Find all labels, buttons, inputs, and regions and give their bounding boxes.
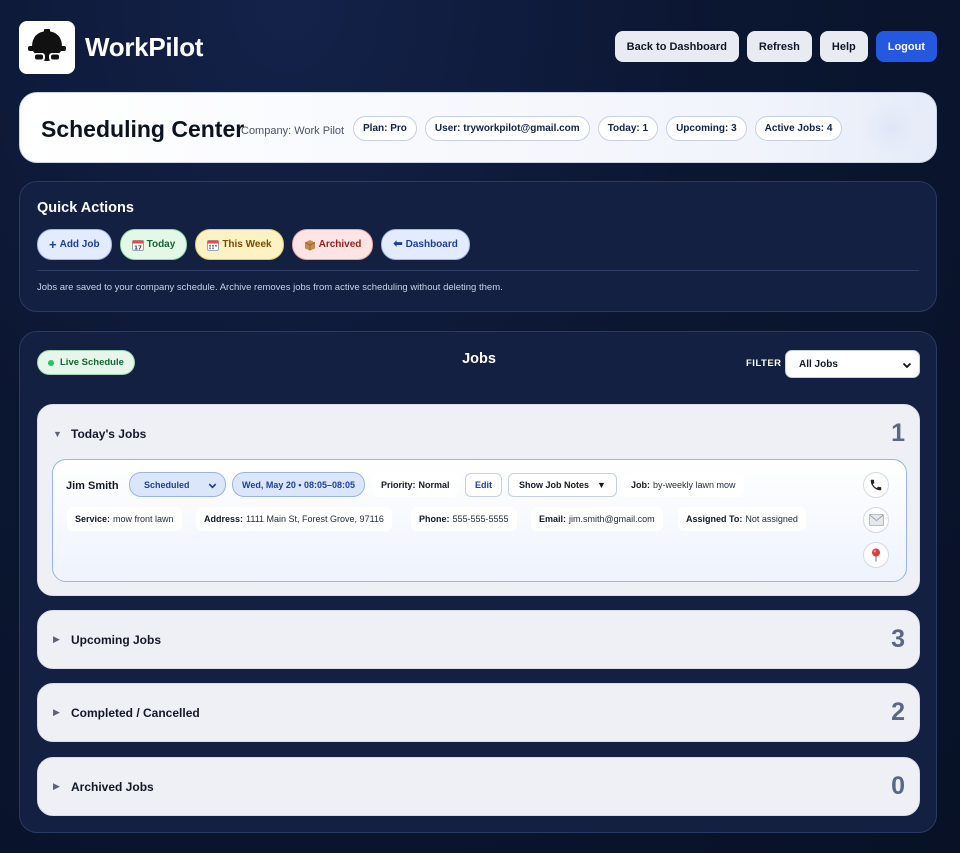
map-button[interactable] <box>863 542 889 568</box>
address-chip: Address: 1111 Main St, Forest Grove, 971… <box>196 507 392 531</box>
status-value: Scheduled <box>144 479 190 490</box>
page-title: Scheduling Center <box>41 116 245 142</box>
customer-name: Jim Smith <box>66 480 119 492</box>
section-count: 1 <box>891 419 905 447</box>
calendar-week-icon <box>207 239 220 251</box>
section-title: Today's Jobs <box>71 427 147 441</box>
quick-actions-title: Quick Actions <box>37 200 134 216</box>
header-pills: Plan: Pro User: tryworkpilot@gmail.com T… <box>353 116 843 141</box>
service-chip: Service: mow front lawn <box>67 507 182 531</box>
arrow-left-icon: ⬅ <box>393 238 403 250</box>
envelope-icon <box>868 514 884 526</box>
quick-actions-note: Jobs are saved to your company schedule.… <box>37 282 503 293</box>
priority-value: Normal <box>418 480 450 490</box>
dashboard-label: Dashboard <box>405 239 458 250</box>
section-title: Archived Jobs <box>71 780 154 794</box>
email-value: jim.smith@gmail.com <box>569 514 655 524</box>
edit-button[interactable]: Edit <box>465 473 502 497</box>
add-job-label: Add Job <box>59 239 100 250</box>
section-count: 2 <box>891 698 905 726</box>
hard-hat-sunglasses-icon <box>28 28 66 61</box>
caret-down-icon: ▼ <box>597 480 606 490</box>
today-button[interactable]: 17 Today <box>119 229 188 260</box>
divider <box>37 270 919 271</box>
section-count: 0 <box>891 772 905 800</box>
this-week-button[interactable]: This Week <box>195 229 284 260</box>
phone-value: 555-555-5555 <box>452 514 509 524</box>
filter-label: FILTER <box>746 358 782 369</box>
job-card: Jim Smith Scheduled Wed, May 20 • 08:05–… <box>52 459 907 582</box>
todays-jobs-header[interactable]: ▼ Today's Jobs 1 <box>38 405 919 463</box>
plus-icon: + <box>49 237 57 252</box>
svg-text:17: 17 <box>134 245 142 251</box>
company-name: Company: Work Pilot <box>241 125 345 137</box>
archived-jobs-section[interactable]: ▶ Archived Jobs 0 <box>37 757 920 816</box>
plan-pill: Plan: Pro <box>353 116 417 141</box>
dashboard-button[interactable]: ⬅ Dashboard <box>381 229 470 260</box>
assigned-label: Assigned To: <box>686 514 743 524</box>
add-job-button[interactable]: + Add Job <box>37 229 112 260</box>
priority-chip: Priority: Normal <box>373 473 458 497</box>
date-time-chip: Wed, May 20 • 08:05–08:05 <box>232 472 366 497</box>
email-label: Email: <box>539 514 567 524</box>
today-count-pill: Today: 1 <box>597 116 659 141</box>
jobs-card: Live Schedule Jobs FILTER All Jobs ▼ Tod… <box>19 331 937 833</box>
service-value: mow front lawn <box>113 514 174 524</box>
call-button[interactable] <box>863 472 889 498</box>
upcoming-jobs-section[interactable]: ▶ Upcoming Jobs 3 <box>37 610 920 669</box>
upcoming-count-pill: Upcoming: 3 <box>666 116 747 141</box>
status-select[interactable]: Scheduled <box>129 472 226 497</box>
user-pill: User: tryworkpilot@gmail.com <box>424 116 590 141</box>
address-label: Address: <box>204 514 244 524</box>
phone-label: Phone: <box>419 514 450 524</box>
assigned-value: Not assigned <box>745 514 798 524</box>
chevron-down-icon <box>902 362 912 369</box>
email-chip: Email: jim.smith@gmail.com <box>531 507 663 531</box>
section-count: 3 <box>891 625 905 653</box>
filter-select[interactable]: All Jobs <box>785 350 920 378</box>
today-label: Today <box>146 239 176 250</box>
show-job-notes-button[interactable]: Show Job Notes ▼ <box>508 473 617 497</box>
priority-label: Priority: <box>381 480 416 490</box>
active-jobs-pill: Active Jobs: 4 <box>754 116 843 141</box>
caret-right-icon: ▶ <box>53 781 60 791</box>
email-button[interactable] <box>863 507 889 533</box>
top-buttons: Back to Dashboard Refresh Help Logout <box>614 31 937 62</box>
section-title: Upcoming Jobs <box>71 633 162 647</box>
logo[interactable] <box>19 21 75 74</box>
caret-right-icon: ▶ <box>53 707 60 717</box>
header-glow <box>862 103 922 153</box>
address-value: 1111 Main St, Forest Grove, 97116 <box>246 514 384 524</box>
assigned-chip: Assigned To: Not assigned <box>678 507 806 531</box>
refresh-button[interactable]: Refresh <box>746 31 812 62</box>
show-job-notes-label: Show Job Notes <box>519 480 590 490</box>
archived-label: Archived <box>318 239 362 250</box>
filter-value: All Jobs <box>799 358 838 370</box>
quick-actions-card: Quick Actions + Add Job 17 Today This We… <box>19 181 937 312</box>
calendar-icon: 17 <box>131 239 144 251</box>
this-week-label: This Week <box>222 239 272 250</box>
logout-button[interactable]: Logout <box>875 31 937 62</box>
quick-actions-buttons: + Add Job 17 Today This Week Archived ⬅ … <box>37 229 470 260</box>
package-icon <box>304 239 315 250</box>
back-to-dashboard-button[interactable]: Back to Dashboard <box>614 31 739 62</box>
job-label: Job: <box>631 480 650 490</box>
caret-down-icon: ▼ <box>53 429 62 439</box>
top-bar: WorkPilot Back to Dashboard Refresh Help… <box>19 21 937 74</box>
completed-cancelled-section[interactable]: ▶ Completed / Cancelled 2 <box>37 683 920 742</box>
job-description-chip: Job: by-weekly lawn mow <box>623 473 744 497</box>
service-label: Service: <box>75 514 111 524</box>
help-button[interactable]: Help <box>819 31 868 62</box>
map-pin-icon <box>872 548 880 562</box>
phone-chip: Phone: 555-555-5555 <box>411 507 517 531</box>
todays-jobs-section: ▼ Today's Jobs 1 Jim Smith Scheduled Wed… <box>37 404 920 596</box>
brand-name: WorkPilot <box>85 32 204 62</box>
chevron-down-icon <box>208 483 217 489</box>
job-value: by-weekly lawn mow <box>653 480 736 490</box>
section-title: Completed / Cancelled <box>71 706 200 720</box>
phone-icon <box>870 479 882 491</box>
archived-button[interactable]: Archived <box>291 229 374 260</box>
header-card: Scheduling Center Company: Work Pilot Pl… <box>19 92 937 163</box>
caret-right-icon: ▶ <box>53 634 60 644</box>
